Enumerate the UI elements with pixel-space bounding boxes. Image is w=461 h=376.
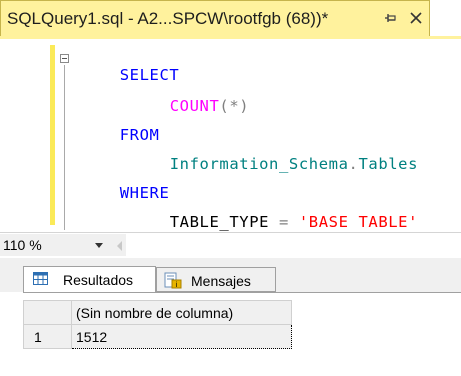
asterisk: * — [229, 97, 240, 115]
table-row: 1 1512 — [23, 324, 292, 349]
results-table: (Sin nombre de columna) 1 1512 — [23, 300, 292, 349]
dot: . — [348, 155, 359, 173]
document-tab-bar: SQLQuery1.sql - A2...SPCW\rootfgb (68))* — [0, 0, 461, 39]
open-paren: ( — [219, 97, 230, 115]
column-table-type: TABLE_TYPE — [169, 213, 270, 231]
scroll-left-icon[interactable] — [117, 241, 122, 251]
zoom-strip: 110 % — [0, 232, 461, 258]
schema-name: Information_Schema — [169, 155, 349, 173]
outline-line — [64, 65, 65, 230]
column-header[interactable]: (Sin nombre de columna) — [71, 300, 292, 325]
collapse-toggle-icon[interactable] — [60, 54, 69, 63]
function-count: COUNT — [169, 97, 220, 115]
results-pane: Resultados i Mensajes (Sin nombre de col… — [0, 258, 461, 376]
change-tracking-bar — [50, 45, 55, 225]
pin-icon[interactable] — [383, 10, 399, 26]
grid-corner[interactable] — [23, 300, 72, 325]
string-literal: 'BASE TABLE' — [298, 213, 419, 231]
tab-mensajes-label: Mensajes — [191, 273, 251, 289]
close-paren: ) — [239, 97, 250, 115]
zoom-dropdown[interactable]: 110 % — [0, 234, 126, 256]
editor-margin — [0, 39, 46, 232]
tab-resultados[interactable]: Resultados — [23, 266, 156, 293]
equals-operator: = — [269, 213, 299, 231]
results-grid[interactable]: (Sin nombre de columna) 1 1512 — [23, 292, 461, 376]
zoom-value: 110 % — [3, 237, 42, 253]
result-cell[interactable]: 1512 — [71, 324, 292, 349]
grid-icon — [33, 272, 48, 285]
tab-mensajes[interactable]: i Mensajes — [156, 267, 276, 292]
horizontal-scrollbar[interactable] — [130, 236, 461, 254]
results-gutter — [0, 292, 23, 376]
row-number[interactable]: 1 — [23, 324, 72, 349]
messages-icon: i — [164, 272, 182, 289]
document-tab[interactable]: SQLQuery1.sql - A2...SPCW\rootfgb (68))* — [0, 0, 430, 36]
header-row: (Sin nombre de columna) — [23, 300, 292, 325]
query-editor[interactable]: SELECT COUNT(*) FROM Information_Schema.… — [0, 39, 461, 232]
svg-text:i: i — [176, 281, 178, 289]
chevron-down-icon[interactable] — [95, 243, 103, 248]
tab-resultados-label: Resultados — [63, 272, 134, 288]
code-line-4: Information_Schema.Tables — [130, 137, 418, 191]
close-icon[interactable] — [407, 9, 425, 27]
table-name: Tables — [358, 155, 419, 173]
document-tab-title: SQLQuery1.sql - A2...SPCW\rootfgb (68))* — [7, 9, 329, 28]
